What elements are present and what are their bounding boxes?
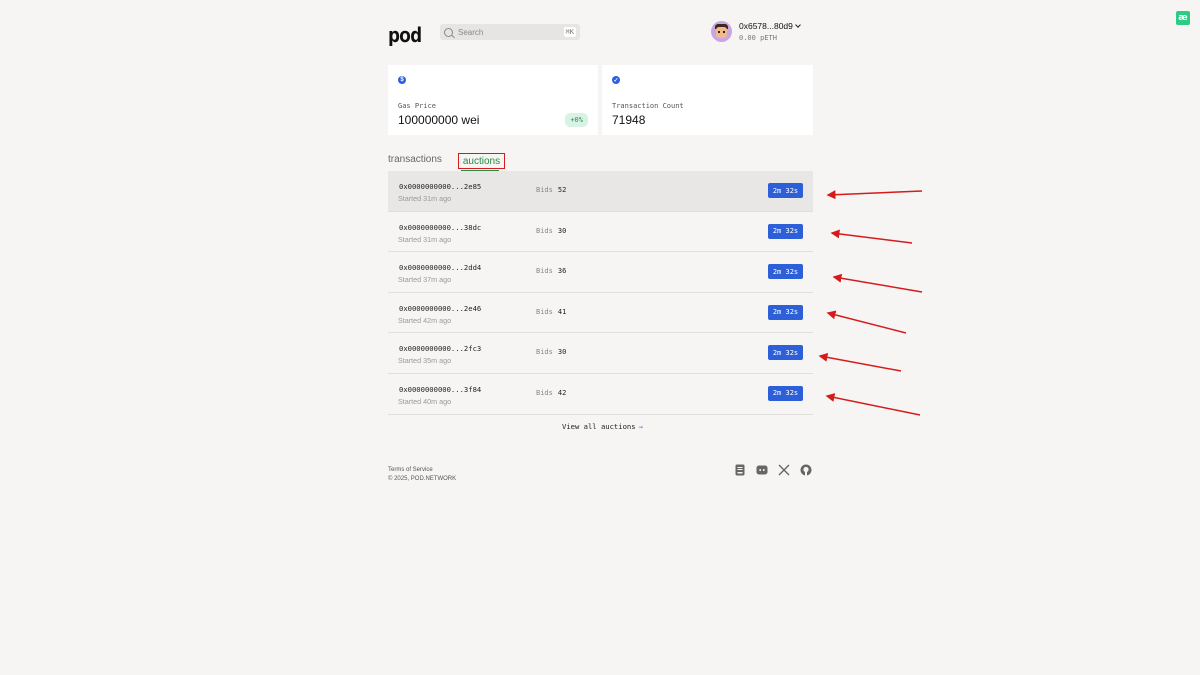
list-item[interactable]: 0x0000000000...2dd4 Started 37m ago Bids… xyxy=(388,252,813,293)
search-input[interactable] xyxy=(458,27,548,37)
auction-timer-badge[interactable]: 2m 32s xyxy=(768,264,803,280)
tx-count-label: Transaction Count xyxy=(612,102,684,110)
transaction-count-card: ✓ Transaction Count 71948 xyxy=(602,65,813,135)
tab-auctions[interactable]: auctions xyxy=(458,153,505,169)
extension-icon[interactable]: æ xyxy=(1176,11,1190,25)
list-item[interactable]: 0x0000000000...2e46 Started 42m ago Bids… xyxy=(388,293,813,334)
auction-timer-badge[interactable]: 2m 32s xyxy=(768,304,803,320)
list-item[interactable]: 0x0000000000...38dc Started 31m ago Bids… xyxy=(388,212,813,253)
auction-started: Started 31m ago xyxy=(398,234,452,244)
auction-id: 0x0000000000...3f84 xyxy=(399,384,482,394)
auction-started: Started 35m ago xyxy=(398,356,452,366)
gas-price-change-badge: +0% xyxy=(565,113,588,127)
check-icon: ✓ xyxy=(612,76,620,84)
view-all-auctions-link[interactable]: View all auctions → xyxy=(562,422,643,431)
search-icon xyxy=(444,27,453,37)
auction-id: 0x0000000000...38dc xyxy=(399,222,482,232)
docs-icon[interactable] xyxy=(734,464,746,476)
x-icon[interactable] xyxy=(778,464,790,476)
gas-price-value: 100000000 wei xyxy=(398,113,480,127)
auction-id: 0x0000000000...2e85 xyxy=(399,182,482,191)
header: pod ⌘K 0x6578...80d9 0.00 pETH xyxy=(388,18,813,48)
search-shortcut: ⌘K xyxy=(563,27,576,37)
copyright: © 2025, POD.NETWORK xyxy=(388,476,457,482)
auction-timer-badge[interactable]: 2m 32s xyxy=(768,223,803,239)
account-menu[interactable]: 0x6578...80d9 0.00 pETH xyxy=(711,21,801,42)
auction-timer-badge[interactable]: 2m 32s xyxy=(768,345,803,361)
auction-id: 0x0000000000...2fc3 xyxy=(399,344,482,354)
auction-list: 0x0000000000...2e85 Started 31m ago Bids… xyxy=(388,171,813,415)
auction-bids: Bids 36 xyxy=(536,267,567,276)
annotation-arrow xyxy=(826,310,907,334)
tx-count-value: 71948 xyxy=(612,113,646,127)
auction-id: 0x0000000000...2dd4 xyxy=(399,263,482,273)
annotation-arrow xyxy=(826,190,923,200)
list-item[interactable]: 0x0000000000...2e85 Started 31m ago Bids… xyxy=(388,171,813,212)
auction-started: Started 31m ago xyxy=(398,194,452,203)
tab-transactions[interactable]: transactions xyxy=(388,154,442,165)
auction-bids: Bids 41 xyxy=(536,307,567,316)
annotation-arrow xyxy=(818,352,902,372)
github-icon[interactable] xyxy=(800,464,812,476)
gas-price-label: Gas Price xyxy=(398,102,436,110)
arrow-right-icon: → xyxy=(638,422,643,431)
auction-timer-badge[interactable]: 2m 32s xyxy=(768,183,803,198)
annotation-arrow xyxy=(832,273,923,293)
auction-bids: Bids 42 xyxy=(536,388,567,397)
dollar-icon: $ xyxy=(398,76,406,84)
pod-logo[interactable]: pod xyxy=(388,23,422,47)
terms-link[interactable]: Terms of Service xyxy=(388,466,456,475)
chevron-down-icon xyxy=(795,22,801,28)
auction-id: 0x0000000000...2e46 xyxy=(399,303,482,313)
account-balance: 0.00 pETH xyxy=(739,34,777,42)
annotation-arrow xyxy=(830,229,913,244)
auction-bids: Bids 30 xyxy=(536,226,567,235)
auction-started: Started 40m ago xyxy=(398,396,452,406)
annotation-arrow xyxy=(825,393,921,416)
gas-price-card: $ Gas Price 100000000 wei +0% xyxy=(388,65,598,135)
footer: Terms of Service © 2025, POD.NETWORK xyxy=(388,466,456,484)
list-item[interactable]: 0x0000000000...3f84 Started 40m ago Bids… xyxy=(388,374,813,415)
auction-started: Started 42m ago xyxy=(398,315,452,325)
auction-timer-badge[interactable]: 2m 32s xyxy=(768,385,803,401)
search-bar[interactable]: ⌘K xyxy=(440,24,580,40)
account-address[interactable]: 0x6578...80d9 xyxy=(739,21,801,31)
list-item[interactable]: 0x0000000000...2fc3 Started 35m ago Bids… xyxy=(388,333,813,374)
discord-icon[interactable] xyxy=(756,464,768,476)
auction-bids: Bids 30 xyxy=(536,348,567,357)
avatar xyxy=(711,21,732,42)
auction-started: Started 37m ago xyxy=(398,275,452,285)
auction-bids: Bids 52 xyxy=(536,186,567,194)
